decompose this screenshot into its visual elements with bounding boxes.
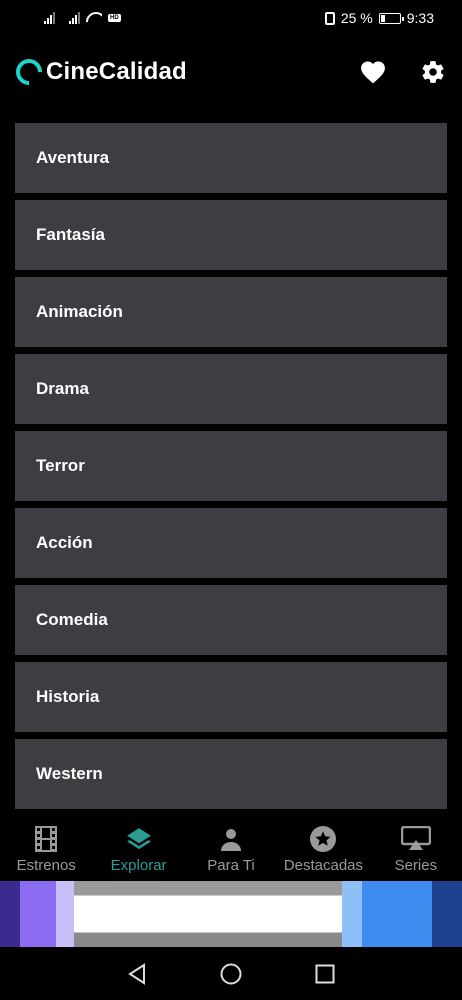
genre-item-comedia[interactable]: Comedia: [15, 585, 447, 655]
ad-banner[interactable]: [0, 881, 462, 947]
recents-icon[interactable]: [313, 962, 337, 986]
signal-icon: [44, 12, 55, 24]
back-icon[interactable]: [125, 962, 149, 986]
nav-label: Destacadas: [283, 857, 364, 874]
nav-label: Para Ti: [207, 857, 255, 874]
nav-item-explorar[interactable]: Explorar: [92, 815, 184, 881]
battery-icon: [378, 12, 404, 24]
app-title: CineCalidad: [46, 58, 187, 85]
vibrate-icon: [324, 11, 335, 25]
genre-item-accion[interactable]: Acción: [15, 508, 447, 578]
genre-item-animacion[interactable]: Animación: [15, 277, 447, 347]
status-bar: HD 25 % 9:33: [0, 0, 462, 36]
system-nav-bar: [0, 947, 462, 1000]
app-logo-icon: [10, 53, 48, 91]
wifi-icon: [86, 12, 102, 24]
nav-label: Estrenos: [16, 857, 76, 874]
genre-item-drama[interactable]: Drama: [15, 354, 447, 424]
person-icon: [219, 825, 243, 853]
genre-item-aventura[interactable]: Aventura: [15, 123, 447, 193]
nav-item-estrenos[interactable]: Estrenos: [0, 815, 92, 881]
clock: 9:33: [406, 10, 434, 26]
nav-item-para-ti[interactable]: Para Ti: [185, 815, 277, 881]
genre-item-historia[interactable]: Historia: [15, 662, 447, 732]
nav-item-series[interactable]: Series: [370, 815, 462, 881]
heart-icon[interactable]: [360, 60, 386, 84]
status-bar-left: HD: [44, 12, 121, 24]
star-circle-icon: [310, 825, 337, 853]
gear-icon[interactable]: [420, 59, 446, 85]
signal-icon: [69, 12, 80, 24]
nav-item-destacadas[interactable]: Destacadas: [277, 815, 369, 881]
hd-icon: HD: [108, 14, 121, 22]
app-actions: [360, 59, 446, 85]
status-bar-right: 25 % 9:33: [324, 10, 434, 26]
genre-item-western[interactable]: Western: [15, 739, 447, 809]
nav-label: Explorar: [110, 857, 167, 874]
app-bar: CineCalidad: [0, 46, 462, 98]
genre-item-terror[interactable]: Terror: [15, 431, 447, 501]
layers-icon: [126, 825, 152, 853]
airplay-icon: [400, 825, 431, 853]
nav-label: Series: [394, 857, 438, 874]
home-icon[interactable]: [219, 962, 243, 986]
genre-list[interactable]: Aventura Fantasía Animación Drama Terror…: [15, 123, 447, 809]
bottom-nav: Estrenos Explorar Para Ti Destacadas Ser…: [0, 815, 462, 881]
film-icon: [35, 825, 58, 853]
genre-item-fantasia[interactable]: Fantasía: [15, 200, 447, 270]
battery-percent: 25 %: [340, 10, 373, 26]
